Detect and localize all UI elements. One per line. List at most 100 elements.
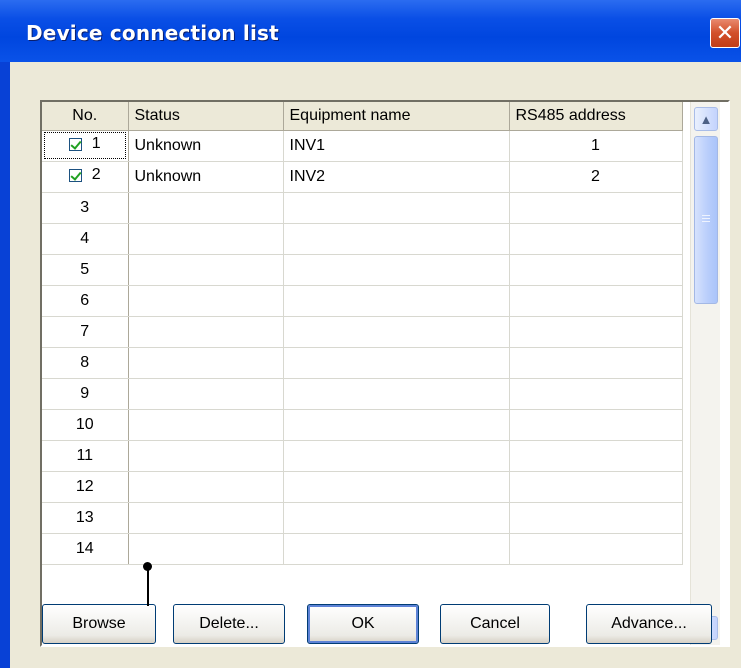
status-cell[interactable] bbox=[128, 316, 284, 348]
status-cell[interactable] bbox=[128, 502, 284, 534]
row-number: 2 bbox=[91, 166, 101, 184]
equipment-name-cell[interactable] bbox=[283, 347, 510, 379]
row-number-cell[interactable]: 3 bbox=[42, 192, 129, 224]
equipment-name-cell[interactable]: INV2 bbox=[283, 161, 510, 193]
rs485-address-cell[interactable] bbox=[509, 223, 683, 255]
status-cell[interactable]: Unknown bbox=[128, 130, 284, 162]
row-number-wrap: 8 bbox=[48, 354, 122, 372]
table-row[interactable]: 9 bbox=[42, 378, 683, 410]
table-row[interactable]: 11 bbox=[42, 440, 683, 472]
cancel-button[interactable]: Cancel bbox=[440, 604, 550, 644]
status-cell[interactable] bbox=[128, 347, 284, 379]
status-cell[interactable]: Unknown bbox=[128, 161, 284, 193]
equipment-name-cell[interactable]: INV1 bbox=[283, 130, 510, 162]
row-number-cell[interactable]: 13 bbox=[42, 502, 129, 534]
row-number-cell[interactable]: 6 bbox=[42, 285, 129, 317]
rs485-address-cell[interactable]: 1 bbox=[509, 130, 683, 162]
row-number: 9 bbox=[80, 384, 90, 402]
row-number-cell[interactable]: 1 bbox=[42, 130, 129, 162]
rs485-address-cell[interactable] bbox=[509, 471, 683, 503]
status-cell[interactable] bbox=[128, 285, 284, 317]
rs485-address-cell[interactable] bbox=[509, 502, 683, 534]
column-header-status[interactable]: Status bbox=[128, 102, 284, 131]
equipment-name-cell[interactable] bbox=[283, 533, 510, 565]
equipment-name-cell[interactable] bbox=[283, 502, 510, 534]
rs485-address-cell[interactable] bbox=[509, 316, 683, 348]
table-row[interactable]: 14 bbox=[42, 533, 683, 565]
status-cell[interactable] bbox=[128, 471, 284, 503]
row-number-wrap: 14 bbox=[48, 540, 122, 558]
rs485-address-cell[interactable] bbox=[509, 409, 683, 441]
status-cell[interactable] bbox=[128, 192, 284, 224]
table-row[interactable]: 13 bbox=[42, 502, 683, 534]
row-number: 5 bbox=[80, 260, 90, 278]
vertical-scrollbar[interactable]: ▲ ▼ bbox=[690, 102, 720, 645]
browse-button[interactable]: Browse bbox=[42, 604, 156, 644]
equipment-name-cell[interactable] bbox=[283, 440, 510, 472]
equipment-name-cell[interactable] bbox=[283, 223, 510, 255]
equipment-name-cell[interactable] bbox=[283, 378, 510, 410]
equipment-name-cell[interactable] bbox=[283, 285, 510, 317]
scroll-up-button[interactable]: ▲ bbox=[694, 107, 718, 131]
row-number-cell[interactable]: 7 bbox=[42, 316, 129, 348]
row-number-cell[interactable]: 8 bbox=[42, 347, 129, 379]
row-number-cell[interactable]: 4 bbox=[42, 223, 129, 255]
column-header-rs485-address[interactable]: RS485 address bbox=[509, 102, 683, 131]
equipment-name-cell[interactable] bbox=[283, 409, 510, 441]
column-header-no[interactable]: No. bbox=[42, 102, 129, 131]
row-number-cell[interactable]: 9 bbox=[42, 378, 129, 410]
table-row[interactable]: 4 bbox=[42, 223, 683, 255]
row-number-cell[interactable]: 2 bbox=[42, 161, 129, 193]
advance-button[interactable]: Advance... bbox=[586, 604, 712, 644]
rs485-address-cell[interactable] bbox=[509, 440, 683, 472]
status-cell[interactable] bbox=[128, 378, 284, 410]
status-cell[interactable] bbox=[128, 440, 284, 472]
row-number: 14 bbox=[75, 539, 94, 557]
rs485-address-cell[interactable] bbox=[509, 254, 683, 286]
status-cell[interactable] bbox=[128, 409, 284, 441]
status-cell[interactable] bbox=[128, 533, 284, 565]
scroll-thumb[interactable] bbox=[694, 136, 718, 304]
row-number: 12 bbox=[75, 477, 94, 495]
equipment-name-cell[interactable] bbox=[283, 471, 510, 503]
table-row[interactable]: 12 bbox=[42, 471, 683, 503]
table-row[interactable]: 6 bbox=[42, 285, 683, 317]
rs485-address-cell[interactable] bbox=[509, 285, 683, 317]
row-number-cell[interactable]: 14 bbox=[42, 533, 129, 565]
ok-button[interactable]: OK bbox=[307, 604, 419, 644]
status-cell[interactable] bbox=[128, 254, 284, 286]
row-number-wrap: 6 bbox=[48, 292, 122, 310]
row-number: 7 bbox=[80, 322, 90, 340]
status-cell[interactable] bbox=[128, 223, 284, 255]
row-checkbox[interactable] bbox=[68, 168, 82, 182]
table-row[interactable]: 10 bbox=[42, 409, 683, 441]
equipment-name-cell[interactable] bbox=[283, 316, 510, 348]
delete-button[interactable]: Delete... bbox=[173, 604, 285, 644]
rs485-address-cell[interactable] bbox=[509, 378, 683, 410]
close-button[interactable]: ✕ bbox=[710, 18, 740, 48]
table-row[interactable]: 1 Unknown INV1 1 bbox=[42, 130, 683, 162]
row-number-cell[interactable]: 11 bbox=[42, 440, 129, 472]
chevron-up-icon: ▲ bbox=[699, 111, 713, 127]
rs485-address-cell[interactable] bbox=[509, 347, 683, 379]
column-header-equipment-name[interactable]: Equipment name bbox=[283, 102, 510, 131]
table-row[interactable]: 7 bbox=[42, 316, 683, 348]
row-number: 11 bbox=[76, 446, 94, 464]
table-row[interactable]: 8 bbox=[42, 347, 683, 379]
row-number-cell[interactable]: 12 bbox=[42, 471, 129, 503]
rs485-address-cell[interactable] bbox=[509, 192, 683, 224]
title-bar[interactable]: Device connection list ✕ bbox=[0, 0, 741, 62]
row-number-wrap: 10 bbox=[48, 416, 122, 434]
row-number-cell[interactable]: 10 bbox=[42, 409, 129, 441]
row-number-cell[interactable]: 5 bbox=[42, 254, 129, 286]
equipment-name-cell[interactable] bbox=[283, 192, 510, 224]
equipment-name-cell[interactable] bbox=[283, 254, 510, 286]
row-number-wrap: 2 bbox=[48, 166, 122, 184]
rs485-address-cell[interactable]: 2 bbox=[509, 161, 683, 193]
rs485-address-cell[interactable] bbox=[509, 533, 683, 565]
row-checkbox[interactable] bbox=[68, 137, 82, 151]
table-row[interactable]: 5 bbox=[42, 254, 683, 286]
header-row: No. Status Equipment name RS485 address bbox=[42, 102, 683, 131]
table-row[interactable]: 2 Unknown INV2 2 bbox=[42, 161, 683, 193]
table-row[interactable]: 3 bbox=[42, 192, 683, 224]
